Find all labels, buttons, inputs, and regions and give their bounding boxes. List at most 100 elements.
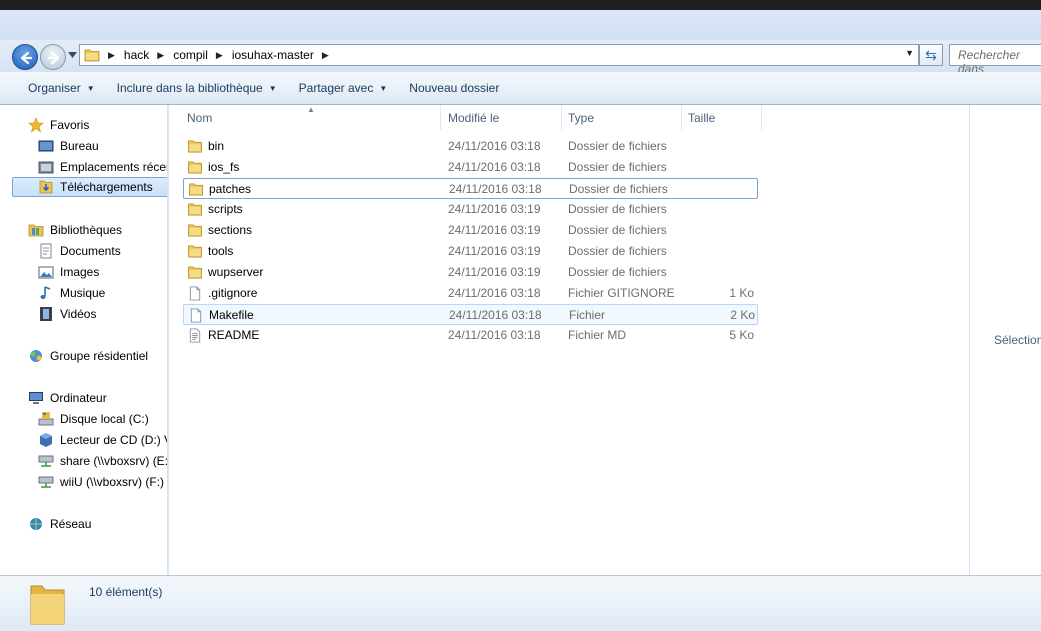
nav-share-drive[interactable]: share (\\vboxsrv) (E:: [38, 451, 168, 471]
file-row[interactable]: ios_fs 24/11/2016 03:18 Dossier de fichier…: [183, 157, 758, 178]
homegroup-icon: [30, 350, 42, 362]
nav-wiiu-drive[interactable]: wiiU (\\vboxsrv) (F:): [38, 472, 164, 492]
file-size: 2 Ko: [730, 308, 755, 322]
file-modified: 24/11/2016 03:18: [448, 328, 541, 342]
images-icon: [38, 266, 54, 279]
file-modified: 24/11/2016 03:18: [448, 139, 541, 153]
recent-places-icon: [38, 161, 54, 174]
downloads-folder-icon: [39, 180, 53, 194]
nav-label: Groupe résidentiel: [50, 349, 149, 363]
chevron-down-icon: ▼: [268, 83, 277, 93]
nav-label: Disque local (C:): [60, 412, 149, 426]
forward-button[interactable]: [40, 44, 66, 70]
nav-network[interactable]: Réseau: [28, 514, 91, 534]
film-icon: [40, 307, 52, 321]
address-dropdown-icon[interactable]: ▼: [905, 48, 914, 58]
file-icon: [190, 308, 202, 323]
file-name: ios_fs: [208, 160, 240, 174]
file-name: wupserver: [208, 265, 264, 279]
breadcrumb-iosuhax-master[interactable]: iosuhax-master ▶: [232, 48, 338, 62]
details-pane: 10 élément(s): [0, 575, 1041, 631]
file-row[interactable]: patches 24/11/2016 03:18 Dossier de fichie…: [183, 178, 758, 199]
nav-computer[interactable]: Ordinateur: [28, 388, 107, 408]
documents-icon: [40, 243, 52, 259]
text-file-icon: [189, 328, 201, 343]
nav-favorites[interactable]: Favoris: [28, 115, 89, 135]
column-header-modified[interactable]: Modifié le: [442, 105, 562, 130]
nav-label: Bureau: [60, 139, 99, 153]
nav-libraries[interactable]: Bibliothèques: [28, 220, 122, 240]
file-modified: 24/11/2016 03:18: [449, 182, 542, 196]
network-drive-icon: [38, 476, 54, 488]
sort-ascending-icon: ▲: [307, 105, 315, 114]
file-name: .gitignore: [208, 286, 258, 300]
file-modified: 24/11/2016 03:18: [449, 308, 542, 322]
file-name: Makefile: [209, 308, 254, 322]
file-row[interactable]: README 24/11/2016 03:18 Fichier MD 5 Ko: [183, 325, 758, 346]
folder-icon: [188, 266, 202, 279]
file-type: Fichier: [569, 308, 606, 322]
nav-recent-places[interactable]: Emplacements récer: [38, 157, 168, 177]
file-row[interactable]: scripts 24/11/2016 03:19 Dossier de fichie…: [183, 199, 758, 220]
explorer-window: ▶ hack ▶ compil ▶ iosuhax-master ▶ ▼ ⇆ Rech…: [0, 0, 1041, 631]
nav-label: Ordinateur: [50, 391, 107, 405]
file-name: bin: [208, 139, 225, 153]
file-modified: 24/11/2016 03:19: [448, 202, 541, 216]
include-library-button[interactable]: Inclure dans la bibliothèque ▼: [109, 81, 285, 95]
item-count: 10 élément(s): [89, 585, 163, 599]
breadcrumb-root-separator[interactable]: ▶: [100, 50, 124, 61]
search-input[interactable]: Rechercher dans: [949, 44, 1041, 76]
file-row[interactable]: Makefile 24/11/2016 03:18 Fichier 2 Ko: [183, 304, 758, 325]
address-bar[interactable]: ▶ hack ▶ compil ▶ iosuhax-master ▶ ▼: [79, 44, 919, 66]
file-row[interactable]: .gitignore 24/11/2016 03:18 Fichier GITIGN…: [183, 283, 758, 304]
arrow-left-icon: [20, 51, 33, 65]
nav-label: Musique: [60, 286, 106, 300]
folder-icon: [30, 585, 65, 625]
recent-pages-chevron-icon[interactable]: [68, 52, 77, 58]
file-name: sections: [208, 223, 253, 237]
column-header-type[interactable]: Type: [562, 105, 682, 130]
nav-label: wiiU (\\vboxsrv) (F:): [60, 475, 164, 489]
file-modified: 24/11/2016 03:19: [448, 265, 541, 279]
nav-images[interactable]: Images: [38, 262, 99, 282]
nav-desktop[interactable]: Bureau: [38, 136, 99, 156]
nav-cd-drive[interactable]: Lecteur de CD (D:) V: [38, 430, 168, 450]
file-name: README: [208, 328, 260, 342]
nav-homegroup[interactable]: Groupe résidentiel: [28, 346, 148, 366]
hard-drive-icon: [38, 412, 54, 426]
nav-label: Bibliothèques: [50, 223, 123, 237]
folder-icon: [188, 224, 202, 237]
nav-label: Lecteur de CD (D:) V: [60, 433, 168, 447]
chevron-down-icon: ▼: [379, 83, 388, 93]
nav-videos[interactable]: Vidéos: [38, 304, 96, 324]
folder-icon: [188, 245, 202, 258]
new-folder-button[interactable]: Nouveau dossier: [401, 81, 507, 95]
nav-label: Emplacements récer: [60, 160, 168, 174]
nav-label: share (\\vboxsrv) (E:: [60, 454, 168, 468]
file-name: patches: [209, 182, 252, 196]
refresh-button[interactable]: ⇆: [919, 44, 943, 66]
file-row[interactable]: sections 24/11/2016 03:19 Dossier de fichi…: [183, 220, 758, 241]
share-with-button[interactable]: Partager avec ▼: [291, 81, 396, 95]
file-size: 5 Ko: [729, 328, 754, 342]
nav-local-disk[interactable]: Disque local (C:): [38, 409, 149, 429]
star-icon: [28, 117, 44, 133]
desktop-icon: [38, 140, 54, 152]
nav-music[interactable]: Musique: [38, 283, 105, 303]
nav-documents[interactable]: Documents: [38, 241, 121, 261]
navigation-pane: Favoris Bureau Emplacements récer Téléch…: [0, 105, 168, 575]
file-modified: 24/11/2016 03:18: [448, 160, 541, 174]
breadcrumb-hack[interactable]: hack ▶: [124, 48, 173, 62]
file-icon: [189, 286, 201, 301]
file-type: Dossier de fichiers: [568, 160, 667, 174]
column-header-size[interactable]: Taille: [682, 105, 762, 130]
file-row[interactable]: tools 24/11/2016 03:19 Dossier de fichiers: [183, 241, 758, 262]
back-button[interactable]: [12, 44, 38, 70]
breadcrumb-compil[interactable]: compil ▶: [173, 48, 232, 62]
folder-icon: [188, 203, 202, 216]
file-row[interactable]: wupserver 24/11/2016 03:19 Dossier de fich…: [183, 262, 758, 283]
organize-button[interactable]: Organiser ▼: [20, 81, 103, 95]
file-row[interactable]: bin 24/11/2016 03:18 Dossier de fichiers: [183, 136, 758, 157]
nav-downloads[interactable]: Téléchargements: [12, 177, 167, 197]
folder-icon: [84, 49, 100, 62]
